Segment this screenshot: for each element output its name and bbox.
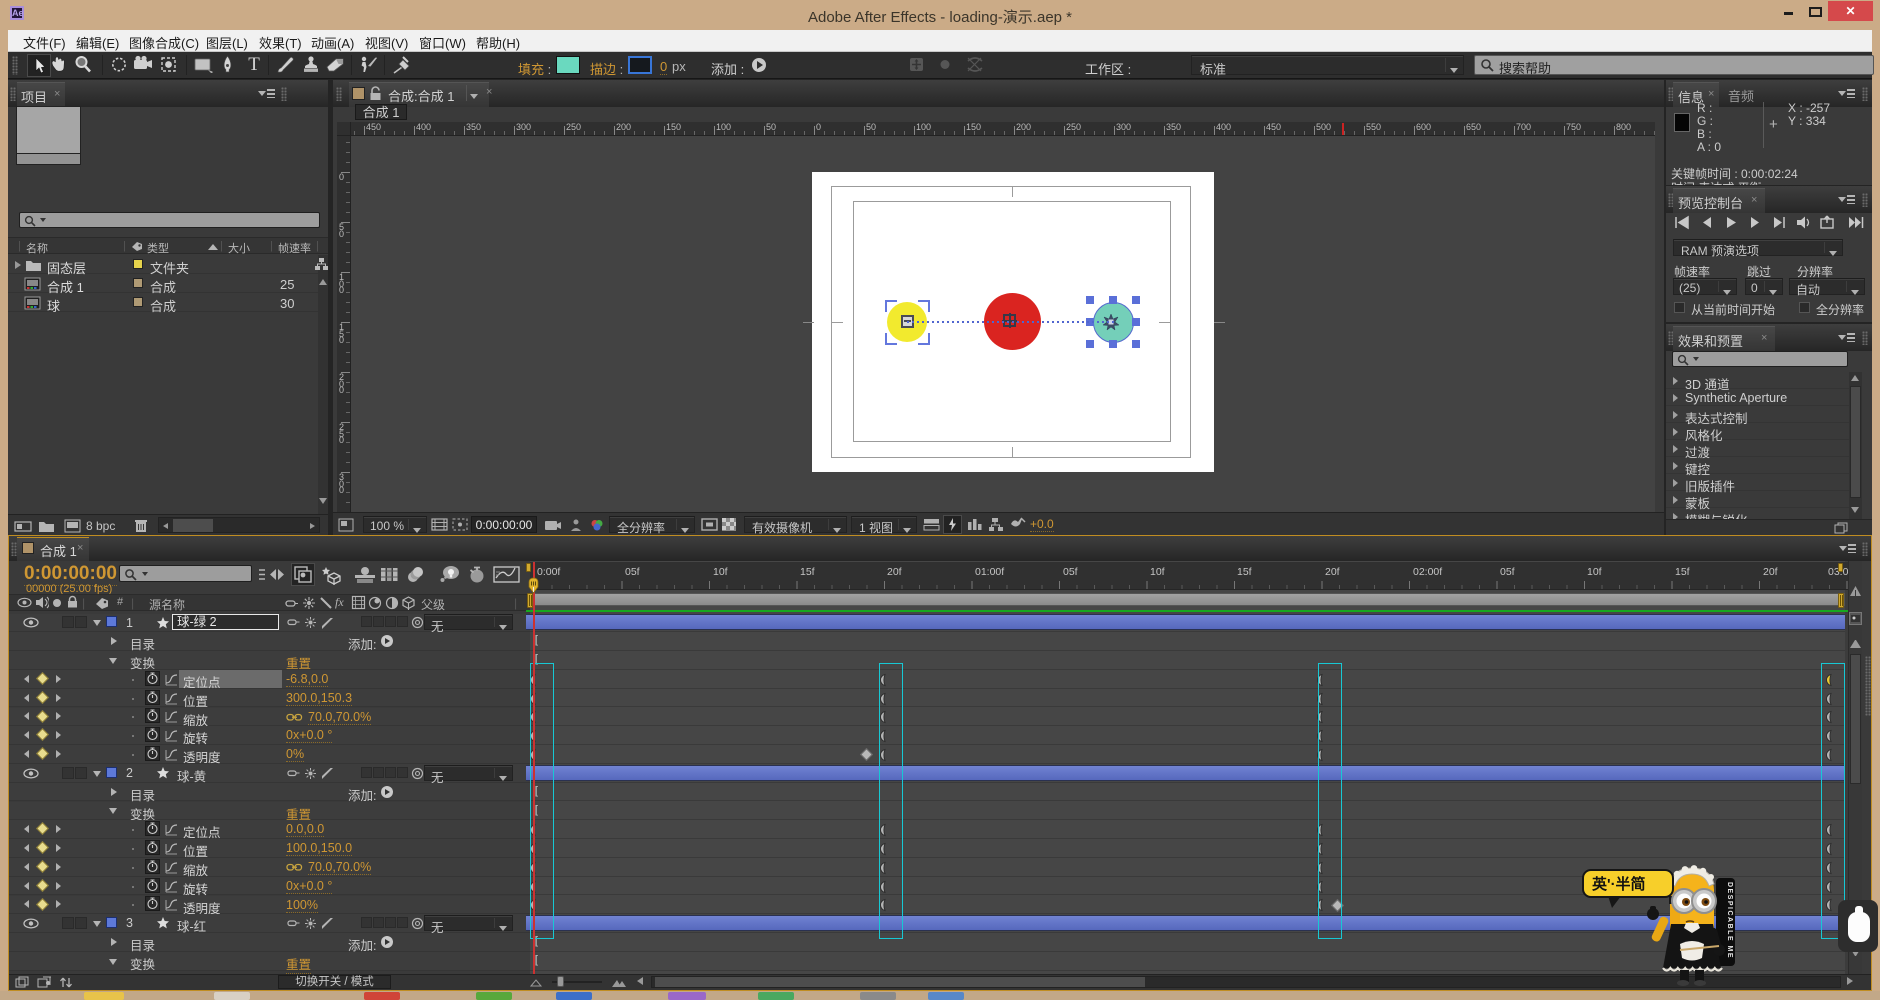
svg-text:DESPICABLE ME: DESPICABLE ME xyxy=(1726,882,1733,959)
